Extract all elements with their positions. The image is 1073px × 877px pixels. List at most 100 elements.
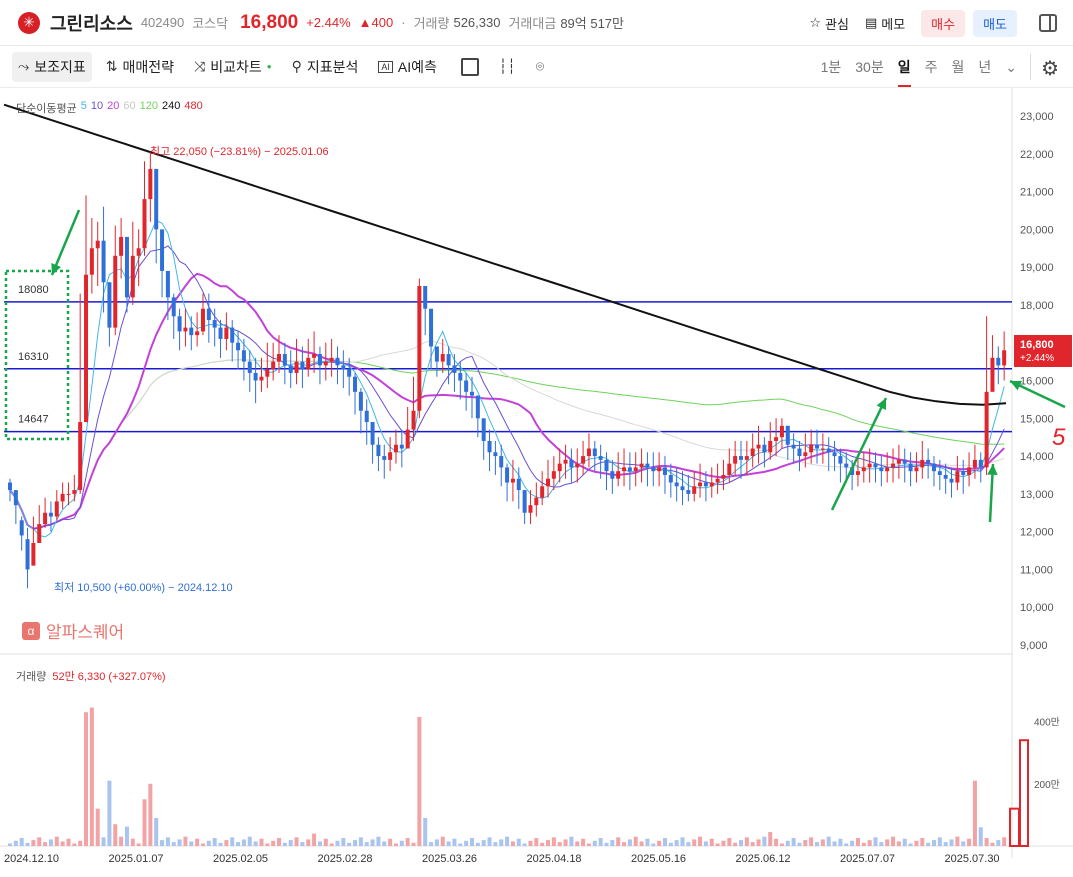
volume-bar xyxy=(972,780,977,846)
ma-legend-item: 60 xyxy=(123,100,136,112)
candle-body xyxy=(165,270,170,298)
candle-body xyxy=(84,274,89,423)
candle-body xyxy=(124,236,129,298)
period-day[interactable]: 일 xyxy=(897,57,911,87)
new-dot-icon: ● xyxy=(266,62,272,71)
candle-body xyxy=(639,463,644,468)
candle-body xyxy=(200,308,205,332)
candle-body xyxy=(212,320,217,328)
volume-legend-label: 거래량 xyxy=(16,671,47,683)
candle-type-button[interactable]: ┆┆ xyxy=(493,53,522,80)
sell-button[interactable]: 매도 xyxy=(973,9,1017,37)
change-amount: ▲400 xyxy=(358,15,394,30)
candle-body xyxy=(546,478,551,487)
volume-bar xyxy=(551,837,556,846)
volume-bar xyxy=(575,841,580,846)
candle-body xyxy=(253,372,258,381)
volume-bar xyxy=(317,841,322,846)
side-panel-icon[interactable] xyxy=(1039,14,1057,32)
memo-icon: ▤ xyxy=(864,15,878,30)
buy-button[interactable]: 매수 xyxy=(921,9,966,37)
strategy-button[interactable]: ⇅ 매매전략 xyxy=(100,52,180,82)
volume-bar xyxy=(113,824,118,846)
screenshot-button[interactable]: ⌾ xyxy=(530,53,550,80)
alpha-logo-icon: α xyxy=(22,621,40,640)
volume-bar xyxy=(347,842,352,846)
volume-bar xyxy=(721,840,726,846)
candle-body xyxy=(43,512,48,525)
rectangle-tool-icon[interactable] xyxy=(460,57,479,76)
volume-bar xyxy=(815,842,820,846)
volume-bar xyxy=(300,842,305,846)
volume-tick-label: 200만 xyxy=(1034,779,1060,791)
volume-bar xyxy=(253,841,258,846)
volume-bar xyxy=(610,840,615,846)
volume-bar xyxy=(37,837,42,846)
period-year[interactable]: 년 xyxy=(978,57,991,77)
memo-button[interactable]: ▤ 메모 xyxy=(865,14,905,33)
candle-body xyxy=(902,459,907,464)
volume-bar xyxy=(282,842,287,846)
memo-label: 메모 xyxy=(881,16,906,32)
candle-body xyxy=(768,440,773,453)
candlestick-icon: ┆┆ xyxy=(498,58,516,74)
volume-label: 거래량 xyxy=(413,16,450,31)
volume-tick-label: 400만 xyxy=(1034,717,1060,729)
period-month[interactable]: 월 xyxy=(951,57,964,77)
candle-body xyxy=(312,354,317,358)
candle-body xyxy=(499,456,504,468)
watch-label: 관심 xyxy=(825,16,849,32)
candle-body xyxy=(66,493,71,495)
candle-body xyxy=(785,425,790,445)
volume-bar xyxy=(996,840,1001,846)
volume-bar xyxy=(581,838,586,846)
candle-body xyxy=(230,327,235,343)
candle-body xyxy=(826,448,831,453)
date-tick-label: 2024.12.10 xyxy=(4,853,59,865)
candle-body xyxy=(803,452,808,457)
volume-bar xyxy=(19,838,24,846)
volume-bar xyxy=(622,842,627,846)
candle-body xyxy=(809,444,814,453)
price-chart[interactable]: 23,00022,00021,00020,00019,00018,00017,0… xyxy=(0,88,1073,877)
compare-button[interactable]: ⤨ 비교차트 ● xyxy=(188,52,278,82)
candle-body xyxy=(282,354,287,366)
watch-button[interactable]: ☆ 관심 xyxy=(809,14,849,33)
candle-body xyxy=(879,467,884,472)
volume-bar xyxy=(657,840,662,846)
volume-bar xyxy=(241,839,246,846)
indicator-icon: ⤳ xyxy=(18,58,30,74)
indicators-button[interactable]: ⤳ 보조지표 xyxy=(12,51,92,82)
analysis-label: 지표분석 xyxy=(306,58,359,75)
candle-body xyxy=(516,478,521,491)
volume-bar xyxy=(101,837,106,846)
candle-body xyxy=(832,452,837,457)
star-icon: ☆ xyxy=(809,15,822,30)
analysis-button[interactable]: ⚲ 지표분석 xyxy=(286,52,365,82)
candle-body xyxy=(867,463,872,468)
volume-bar xyxy=(89,707,94,846)
volume-bar xyxy=(353,840,358,846)
candle-body xyxy=(633,467,638,472)
volume-legend-value: 52만 6,330 (+327.07%) xyxy=(52,671,166,683)
volume-bar xyxy=(867,840,872,846)
candle-body xyxy=(563,459,568,464)
ai-button[interactable]: AI AI예측 xyxy=(372,52,443,82)
current-price: 16,800 xyxy=(240,11,299,33)
volume-bar xyxy=(522,843,527,846)
candle-body xyxy=(317,354,322,366)
candle-body xyxy=(575,463,580,468)
volume-bar xyxy=(124,826,129,846)
chevron-down-icon[interactable]: ⌄ xyxy=(1005,59,1017,76)
volume-bar xyxy=(779,843,784,846)
period-30min[interactable]: 30분 xyxy=(855,57,883,77)
period-1min[interactable]: 1분 xyxy=(821,57,842,77)
volume-bar xyxy=(312,833,317,846)
candle-body xyxy=(616,471,621,479)
strategy-icon: ⇅ xyxy=(105,58,118,74)
volume-bar xyxy=(598,838,603,846)
period-week[interactable]: 주 xyxy=(925,57,938,77)
volume-bar xyxy=(393,843,398,846)
ai-chip-icon: AI xyxy=(378,60,393,73)
gear-icon[interactable]: ⚙ xyxy=(1041,56,1059,81)
